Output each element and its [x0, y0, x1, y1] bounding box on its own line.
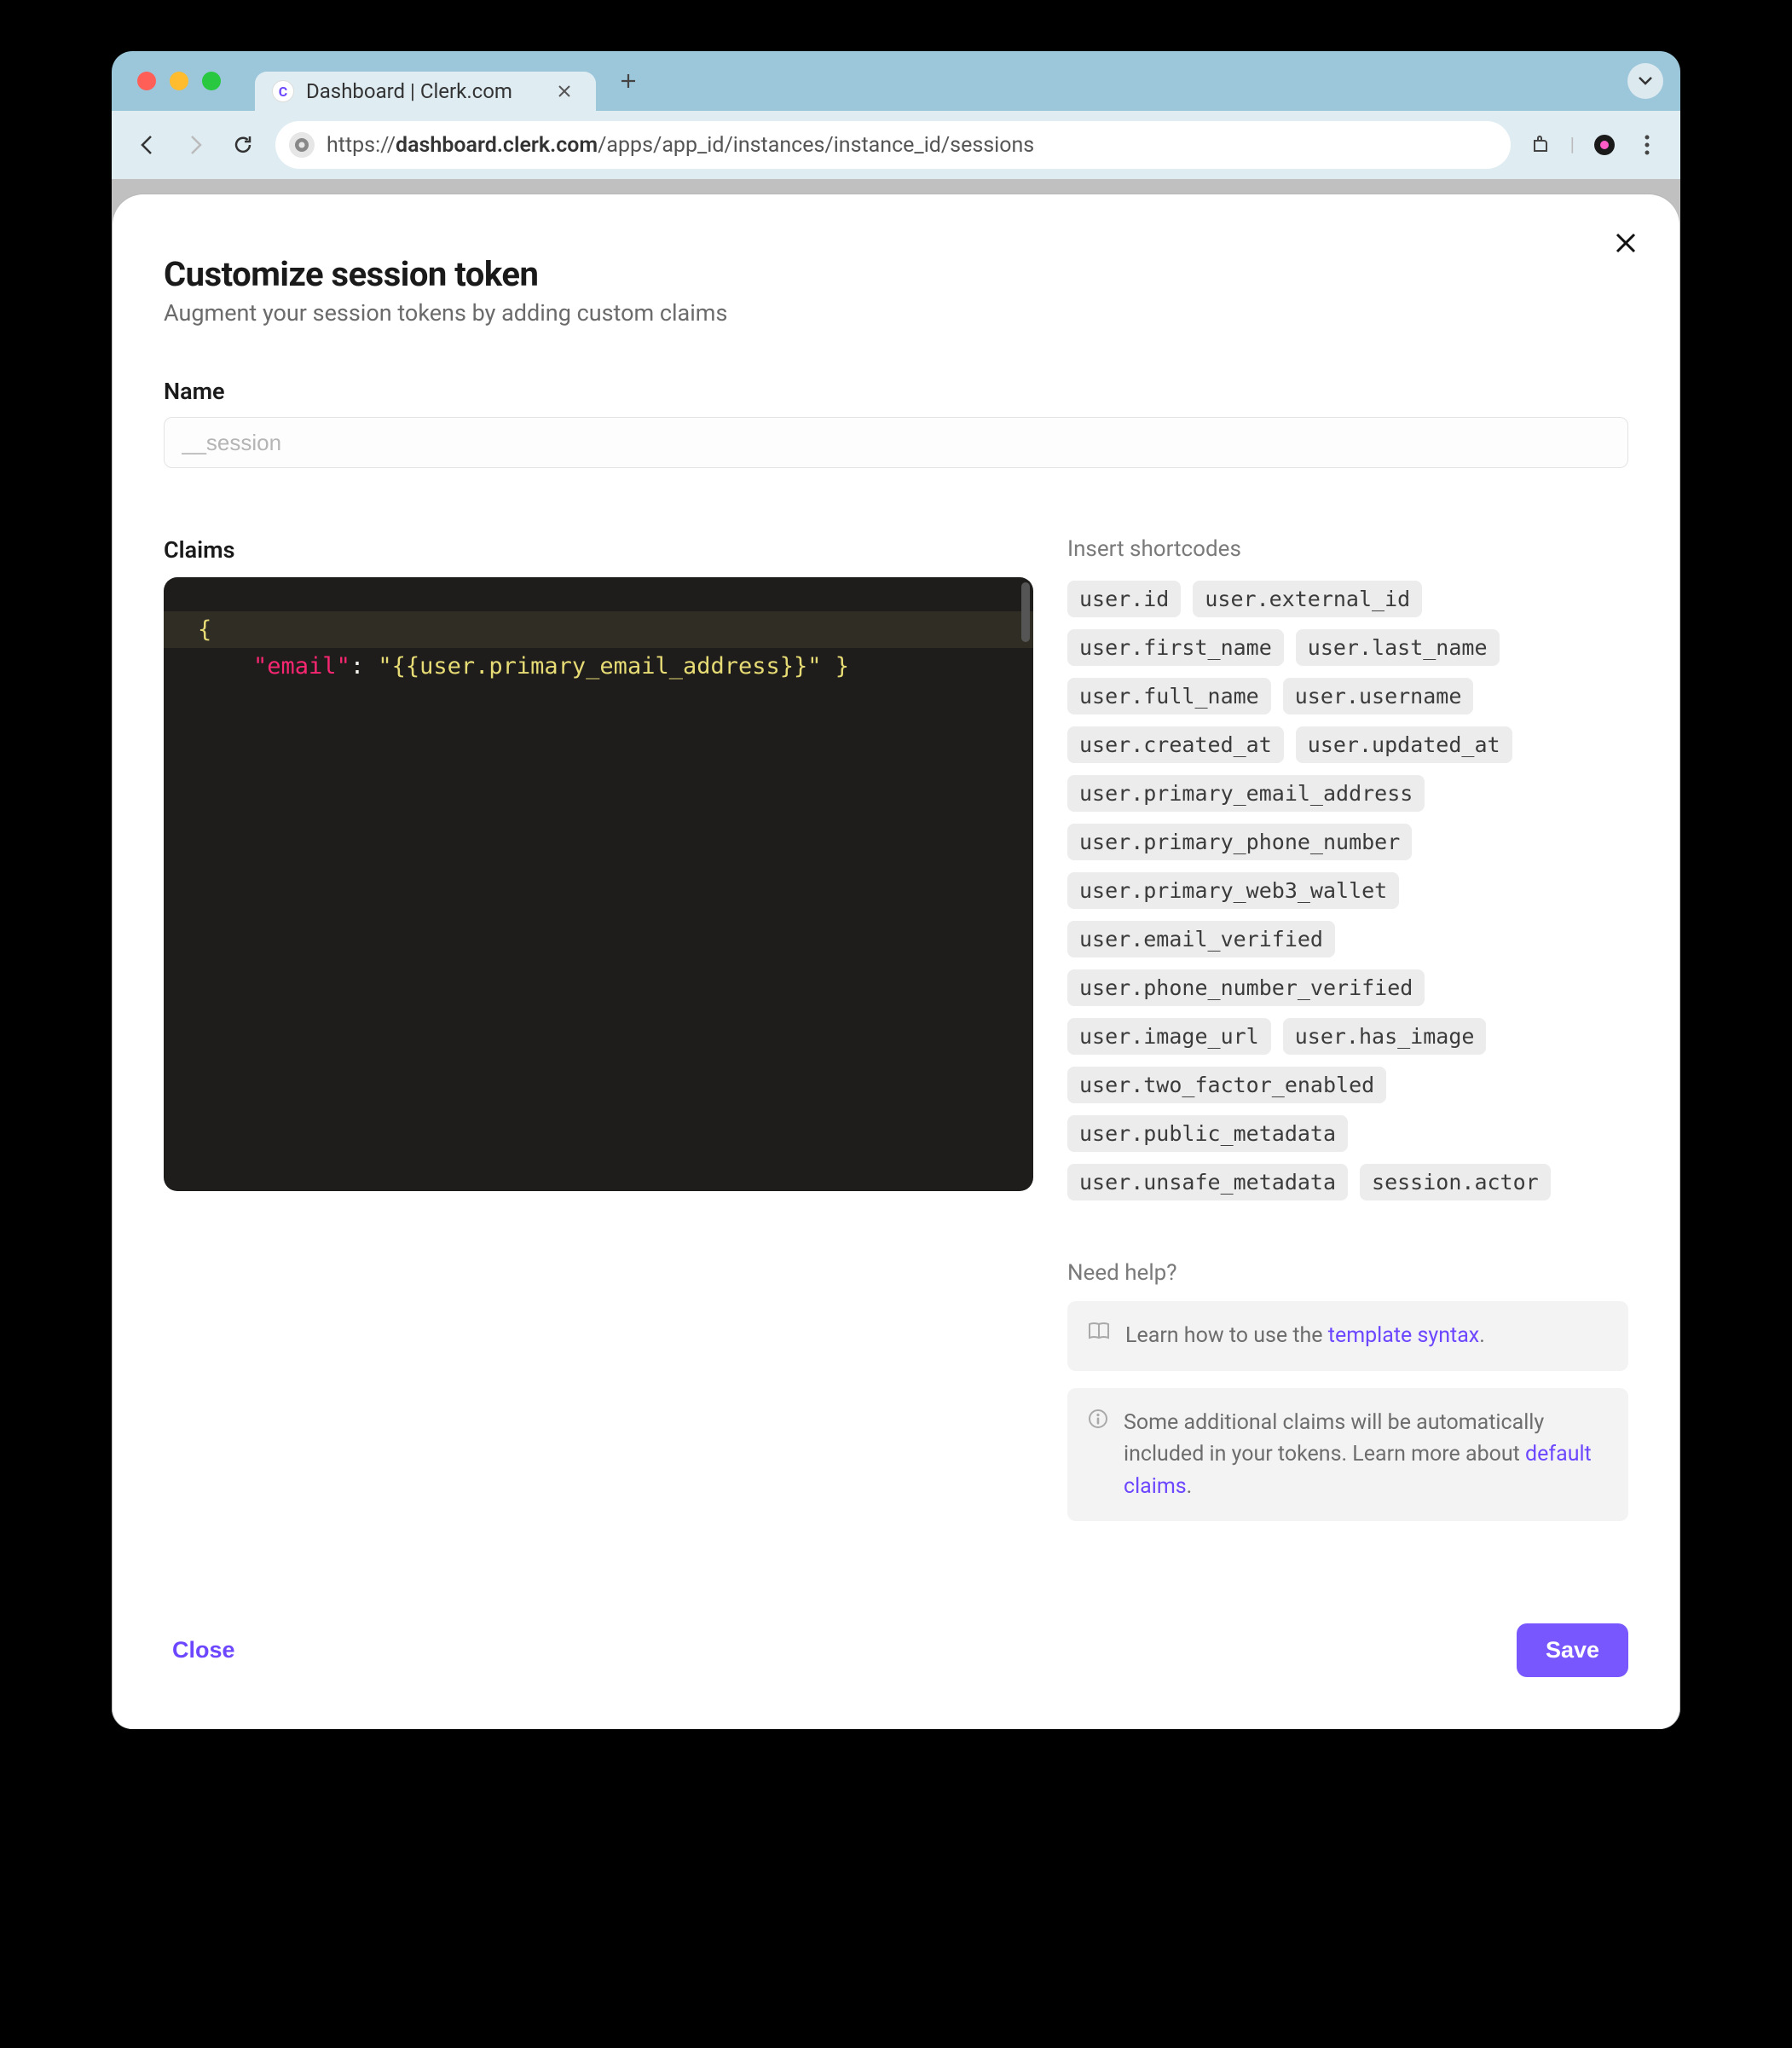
shortcode-chip[interactable]: user.image_url: [1067, 1018, 1271, 1055]
shortcode-chip[interactable]: user.username: [1283, 678, 1474, 714]
browser-window: C Dashboard | Clerk.com: [112, 51, 1680, 1729]
modal-close-icon[interactable]: [1613, 230, 1639, 256]
shortcodes-list: user.iduser.external_iduser.first_nameus…: [1067, 581, 1628, 1200]
window-minimize[interactable]: [170, 72, 188, 90]
address-bar: https://dashboard.clerk.com/apps/app_id/…: [112, 111, 1680, 179]
browser-tab[interactable]: C Dashboard | Clerk.com: [255, 72, 596, 111]
shortcode-chip[interactable]: user.unsafe_metadata: [1067, 1164, 1348, 1200]
close-button[interactable]: Close: [164, 1625, 244, 1675]
tabs-dropdown[interactable]: [1627, 63, 1663, 99]
window-controls: [137, 72, 221, 90]
nav-forward-icon: [180, 130, 211, 160]
code-brace-close: }: [835, 653, 849, 680]
url-box[interactable]: https://dashboard.clerk.com/apps/app_id/…: [275, 121, 1511, 169]
help-text-1: Learn how to use the template syntax.: [1125, 1320, 1485, 1352]
shortcode-chip[interactable]: session.actor: [1360, 1164, 1551, 1200]
save-button[interactable]: Save: [1517, 1623, 1628, 1677]
claims-label: Claims: [164, 536, 1033, 564]
shortcode-chip[interactable]: user.email_verified: [1067, 921, 1335, 957]
shortcodes-title: Insert shortcodes: [1067, 536, 1628, 562]
help-template-syntax: Learn how to use the template syntax.: [1067, 1301, 1628, 1371]
shortcode-chip[interactable]: user.first_name: [1067, 629, 1284, 666]
viewport: Customize session token Augment your ses…: [112, 179, 1680, 1729]
modal-subtitle: Augment your session tokens by adding cu…: [164, 299, 1628, 327]
editor-scrollbar[interactable]: [1021, 582, 1030, 642]
shortcode-chip[interactable]: user.two_factor_enabled: [1067, 1067, 1386, 1103]
separator: |: [1570, 135, 1575, 156]
code-value: "{{user.primary_email_address}}": [378, 653, 821, 680]
name-input[interactable]: [164, 417, 1628, 468]
extensions-icon[interactable]: [1528, 132, 1553, 158]
tab-close-icon[interactable]: [550, 80, 579, 102]
site-info-icon[interactable]: [289, 132, 315, 158]
shortcode-chip[interactable]: user.id: [1067, 581, 1181, 617]
tab-title: Dashboard | Clerk.com: [306, 79, 538, 103]
shortcode-chip[interactable]: user.external_id: [1193, 581, 1422, 617]
info-icon: [1088, 1409, 1108, 1503]
shortcode-chip[interactable]: user.primary_web3_wallet: [1067, 872, 1399, 909]
modal-footer: Close Save: [164, 1623, 1628, 1677]
browser-menu-icon[interactable]: [1634, 132, 1660, 158]
shortcode-chip[interactable]: user.has_image: [1283, 1018, 1487, 1055]
help-title: Need help?: [1067, 1260, 1628, 1286]
shortcode-chip[interactable]: user.last_name: [1296, 629, 1500, 666]
shortcode-chip[interactable]: user.full_name: [1067, 678, 1271, 714]
modal-title: Customize session token: [164, 254, 1628, 294]
book-icon: [1088, 1322, 1110, 1352]
shortcode-chip[interactable]: user.phone_number_verified: [1067, 969, 1425, 1006]
new-tab-button[interactable]: [613, 66, 644, 96]
shortcode-chip[interactable]: user.created_at: [1067, 726, 1284, 763]
nav-reload-icon[interactable]: [228, 130, 258, 160]
shortcode-chip[interactable]: user.public_metadata: [1067, 1115, 1348, 1152]
session-token-modal: Customize session token Augment your ses…: [113, 194, 1679, 1729]
tab-bar: C Dashboard | Clerk.com: [112, 51, 1680, 111]
profile-avatar[interactable]: [1592, 132, 1617, 158]
shortcode-chip[interactable]: user.updated_at: [1296, 726, 1512, 763]
code-key: "email": [253, 653, 350, 680]
nav-back-icon[interactable]: [132, 130, 163, 160]
shortcode-chip[interactable]: user.primary_email_address: [1067, 775, 1425, 812]
code-brace-open: {: [198, 616, 211, 643]
help-default-claims: Some additional claims will be automatic…: [1067, 1388, 1628, 1522]
claims-editor[interactable]: { "email": "{{user.primary_email_address…: [164, 577, 1033, 1191]
help-text-2: Some additional claims will be automatic…: [1124, 1407, 1608, 1503]
url-text: https://dashboard.clerk.com/apps/app_id/…: [327, 133, 1034, 158]
window-close[interactable]: [137, 72, 156, 90]
window-maximize[interactable]: [202, 72, 221, 90]
tab-favicon: C: [272, 80, 294, 102]
template-syntax-link[interactable]: template syntax: [1328, 1323, 1479, 1348]
name-label: Name: [164, 378, 1628, 405]
shortcode-chip[interactable]: user.primary_phone_number: [1067, 824, 1412, 860]
